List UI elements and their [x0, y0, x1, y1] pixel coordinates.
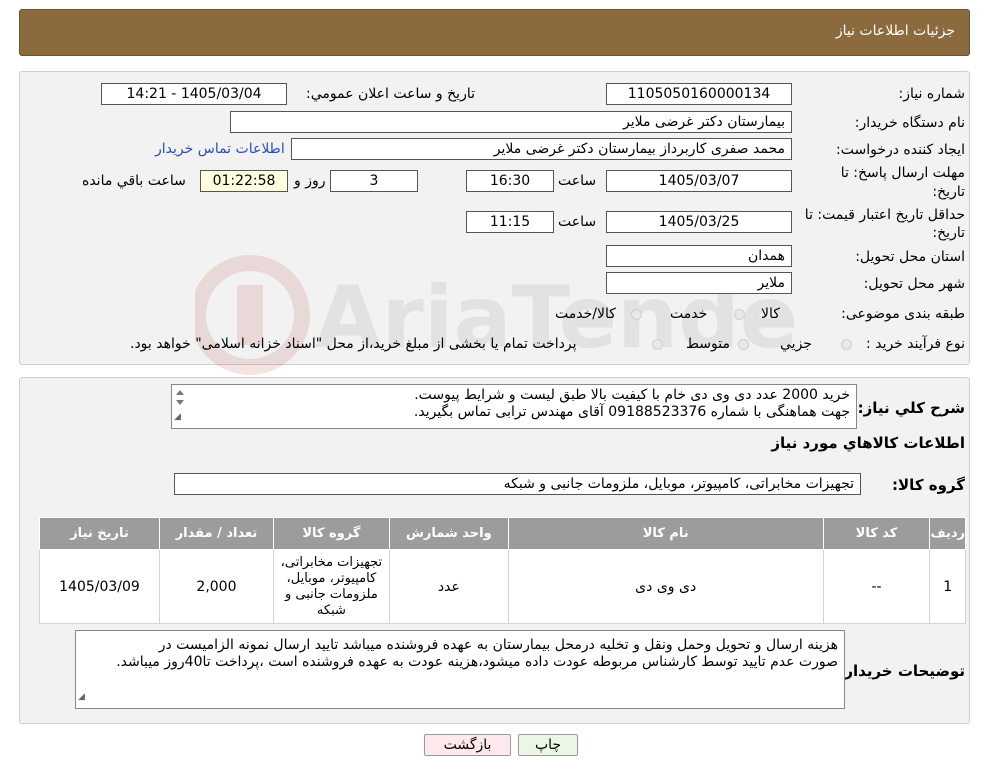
goods-group-label: گروه کالا: — [892, 476, 965, 494]
process-radio-medium[interactable] — [738, 339, 749, 350]
description-label: شرح کلي نیاز: — [857, 399, 965, 417]
days-remaining-field: 3 — [330, 170, 418, 192]
creator-label: ایجاد کننده درخواست: — [836, 142, 965, 158]
col-name: نام کالا — [507, 517, 824, 550]
category-option-service: خدمت — [670, 306, 708, 322]
col-date: تاریخ نیاز — [39, 517, 160, 550]
cell-code: -- — [822, 549, 931, 624]
cell-date: 1405/03/09 — [39, 549, 160, 624]
deadline-label-2: تاریخ: — [932, 184, 965, 200]
category-option-goods: کالا — [761, 306, 780, 322]
buyer-notes-line-2: صورت عدم تایید توسط کارشناس مربوطه عودت … — [116, 654, 838, 670]
buyer-notes-textarea[interactable]: هزینه ارسال و تحویل وحمل ونقل و تخلیه در… — [75, 630, 845, 709]
price-validity-label-2: تاریخ: — [932, 225, 965, 241]
page-title: جزئیات اطلاعات نیاز — [835, 23, 955, 39]
buyer-notes-line-1: هزینه ارسال و تحویل وحمل ونقل و تخلیه در… — [158, 637, 838, 653]
items-table: ردیف کد کالا نام کالا واحد شمارش گروه کا… — [39, 517, 966, 624]
col-group: گروه کالا — [272, 517, 390, 550]
resize-grip-icon[interactable]: ◢ — [174, 409, 181, 426]
buyer-org-label: نام دستگاه خریدار: — [854, 115, 965, 131]
process-option-small: جزیي — [780, 336, 812, 352]
description-textarea[interactable]: خرید 2000 عدد دی وی دی خام با کیفیت بالا… — [171, 384, 857, 429]
deadline-time-field: 16:30 — [466, 170, 554, 192]
need-number-label: شماره نیاز: — [898, 86, 966, 102]
scroll-down-icon[interactable] — [176, 400, 184, 405]
process-radio-small[interactable] — [841, 339, 852, 350]
page-header: جزئیات اطلاعات نیاز — [19, 9, 970, 56]
price-validity-time-field: 11:15 — [466, 211, 554, 233]
back-button[interactable]: بازگشت — [424, 734, 511, 756]
goods-group-field: تجهیزات مخابراتی، کامپیوتر، موبایل، ملزو… — [174, 473, 861, 495]
deadline-time-label: ساعت — [558, 173, 597, 189]
cell-quantity: 2,000 — [159, 549, 274, 624]
table-header-row: ردیف کد کالا نام کالا واحد شمارش گروه کا… — [39, 517, 966, 550]
category-radio-goods[interactable] — [734, 309, 745, 320]
price-validity-date-field: 1405/03/25 — [606, 211, 792, 233]
deadline-date-field: 1405/03/07 — [606, 170, 792, 192]
cell-row: 1 — [929, 549, 966, 624]
print-button[interactable]: چاپ — [518, 734, 578, 756]
category-label: طبقه بندی موضوعی: — [841, 306, 965, 322]
category-radio-service[interactable] — [631, 309, 642, 320]
description-line-2: جهت هماهنگی با شماره 09188523376 آقای مه… — [413, 404, 850, 420]
col-row: ردیف — [929, 517, 966, 550]
resize-grip-icon[interactable]: ◢ — [78, 689, 85, 706]
process-note: پرداخت تمام یا بخشی از مبلغ خرید،از محل … — [130, 336, 577, 352]
table-row: 1 -- دی وی دی عدد تجهیزات مخابراتی، کامپ… — [39, 549, 966, 624]
col-unit: واحد شمارش — [388, 517, 509, 550]
col-code: کد کالا — [822, 517, 931, 550]
price-validity-time-label: ساعت — [558, 214, 597, 230]
cell-name: دی وی دی — [507, 549, 824, 624]
cell-group: تجهیزات مخابراتی، کامپیوتر، موبایل، ملزو… — [272, 549, 390, 624]
province-field: همدان — [606, 245, 792, 267]
scroll-up-icon[interactable] — [176, 390, 184, 395]
cell-unit: عدد — [388, 549, 509, 624]
city-field: ملایر — [606, 272, 792, 294]
province-label: استان محل تحویل: — [855, 249, 965, 265]
process-radio-treasury[interactable] — [652, 339, 663, 350]
need-number-field: 1105050160000134 — [606, 83, 792, 105]
goods-info-title: اطلاعات کالاهاي مورد نیاز — [771, 434, 965, 452]
remaining-time-field: 01:22:58 — [200, 170, 288, 192]
remaining-time-label: ساعت باقي مانده — [82, 173, 186, 189]
creator-field: محمد صفری کاربرداز بیمارستان دکتر غرضی م… — [291, 138, 792, 160]
days-label: روز و — [294, 173, 326, 189]
category-option-goods-service: کالا/خدمت — [555, 306, 616, 322]
announce-field: 1405/03/04 - 14:21 — [101, 83, 287, 105]
contact-info-link[interactable]: اطلاعات تماس خریدار — [155, 141, 285, 157]
process-option-medium: متوسط — [686, 336, 730, 352]
buyer-org-field: بیمارستان دکتر غرضی ملایر — [230, 111, 792, 133]
col-quantity: تعداد / مقدار — [159, 517, 274, 550]
price-validity-label: حداقل تاریخ اعتبار قیمت: تا — [804, 207, 965, 223]
city-label: شهر محل تحویل: — [863, 276, 965, 292]
announce-label: تاریخ و ساعت اعلان عمومي: — [306, 86, 475, 102]
description-line-1: خرید 2000 عدد دی وی دی خام با کیفیت بالا… — [414, 387, 850, 403]
process-label: نوع فرآیند خرید : — [866, 336, 965, 352]
buyer-notes-label: توضیحات خریدار: — [838, 662, 965, 680]
deadline-label: مهلت ارسال پاسخ: تا — [840, 165, 965, 181]
